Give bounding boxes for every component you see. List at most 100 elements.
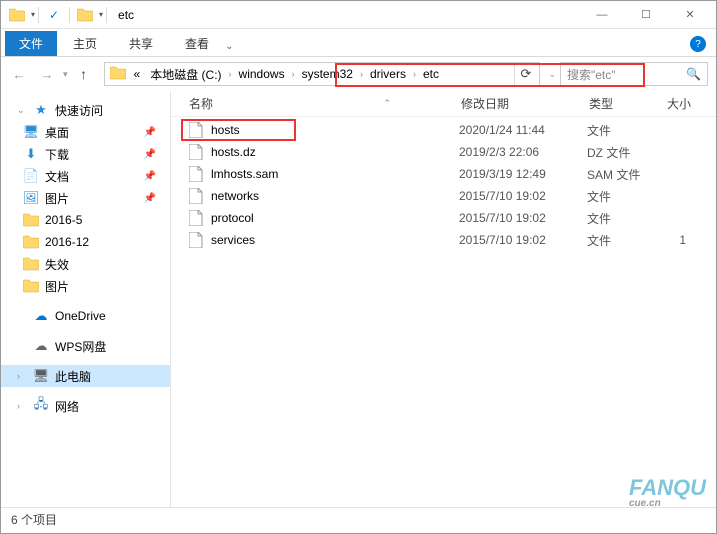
desktop-icon: 🖥: [23, 124, 39, 140]
breadcrumb-root[interactable]: 本地磁盘 (C:): [145, 63, 226, 85]
tab-share[interactable]: 共享: [113, 31, 169, 56]
sort-asc-icon: ⌃: [383, 98, 391, 109]
sidebar-item-label: 网络: [55, 398, 79, 415]
file-row[interactable]: hosts.dz2019/2/3 22:06DZ 文件: [171, 141, 716, 163]
computer-icon: 🖥: [33, 368, 49, 384]
main-area: ⌄★快速访问 🖥桌面📌 ⬇下载📌 📄文档📌 🖼图片📌 2016-5 2016-1…: [1, 91, 716, 507]
file-row[interactable]: protocol2015/7/10 19:02文件: [171, 207, 716, 229]
pictures-icon: 🖼: [23, 190, 39, 206]
maximize-button[interactable]: ☐: [624, 1, 668, 29]
sidebar-item-label: 桌面: [45, 124, 69, 141]
status-bar: 6 个项目: [1, 507, 716, 531]
sidebar-item-folder-2016-5[interactable]: 2016-5: [1, 209, 170, 231]
folder-icon: [23, 256, 39, 272]
file-icon: [189, 210, 205, 226]
sidebar-item-quickaccess[interactable]: ⌄★快速访问: [1, 99, 170, 121]
chevron-down-icon[interactable]: ⌄: [17, 105, 27, 116]
sidebar-item-label: 文档: [45, 168, 69, 185]
tab-home[interactable]: 主页: [57, 31, 113, 56]
column-size[interactable]: 大小: [667, 95, 716, 112]
file-row[interactable]: networks2015/7/10 19:02文件: [171, 185, 716, 207]
up-button[interactable]: ↑: [72, 62, 96, 86]
file-row[interactable]: hosts2020/1/24 11:44文件: [171, 119, 716, 141]
checkmark-icon[interactable]: ✓: [44, 5, 64, 25]
chevron-right-icon[interactable]: ›: [17, 401, 27, 411]
file-date: 2020/1/24 11:44: [459, 123, 587, 137]
qat2-dropdown-icon[interactable]: ▾: [99, 10, 103, 19]
file-icon: [189, 166, 205, 182]
minimize-button[interactable]: —: [580, 1, 624, 29]
cloud-icon: ☁: [33, 338, 49, 354]
sidebar-item-folder-2016-12[interactable]: 2016-12: [1, 231, 170, 253]
column-label: 名称: [189, 95, 213, 112]
file-row[interactable]: lmhosts.sam2019/3/19 12:49SAM 文件: [171, 163, 716, 185]
chevron-right-icon[interactable]: ›: [411, 69, 418, 79]
column-type[interactable]: 类型: [589, 95, 667, 112]
file-name: hosts.dz: [211, 145, 459, 159]
sidebar-item-label: 下载: [45, 146, 69, 163]
divider: [106, 7, 107, 23]
network-icon: 🖧: [33, 398, 49, 414]
chevron-right-icon[interactable]: ›: [290, 69, 297, 79]
chevron-right-icon[interactable]: ›: [17, 371, 27, 381]
breadcrumb-drivers[interactable]: drivers: [365, 63, 411, 85]
refresh-dropdown[interactable]: ⟳: [514, 63, 538, 85]
file-icon: [189, 122, 205, 138]
sidebar-item-wps[interactable]: ☁WPS网盘: [1, 335, 170, 357]
folder-icon: [23, 212, 39, 228]
breadcrumb-system32[interactable]: system32: [297, 63, 358, 85]
star-icon: ★: [33, 102, 49, 118]
address-dropdown-icon[interactable]: ⌄: [548, 69, 556, 80]
breadcrumb-prefix[interactable]: «: [129, 63, 146, 85]
divider: [38, 7, 39, 23]
history-dropdown-icon[interactable]: ▾: [63, 69, 68, 80]
sidebar-item-label: 2016-5: [45, 213, 82, 227]
expand-ribbon-icon[interactable]: ⌄: [225, 41, 233, 52]
file-date: 2015/7/10 19:02: [459, 189, 587, 203]
sidebar-item-network[interactable]: › 🖧 网络: [1, 395, 170, 417]
file-type: DZ 文件: [587, 144, 665, 161]
address-bar[interactable]: « 本地磁盘 (C:) › windows › system32 › drive…: [104, 62, 541, 86]
folder-icon: [110, 66, 126, 83]
qat-dropdown-icon[interactable]: ▾: [31, 10, 35, 19]
file-icon: [189, 144, 205, 160]
file-list-pane: 名称 ⌃ 修改日期 类型 大小 hosts2020/1/24 11:44文件 ho…: [171, 91, 716, 507]
chevron-right-icon[interactable]: ›: [358, 69, 365, 79]
forward-button[interactable]: →: [35, 62, 59, 86]
help-icon[interactable]: ?: [690, 36, 706, 52]
pin-icon: 📌: [144, 171, 156, 182]
close-button[interactable]: ✕: [668, 1, 712, 29]
tab-view[interactable]: 查看: [169, 31, 225, 56]
file-date: 2019/2/3 22:06: [459, 145, 587, 159]
folder-icon: [23, 234, 39, 250]
file-icon: [189, 188, 205, 204]
sidebar-item-thispc[interactable]: ›🖥此电脑: [1, 365, 170, 387]
breadcrumb-windows[interactable]: windows: [234, 63, 290, 85]
file-type: SAM 文件: [587, 166, 665, 183]
sidebar-item-downloads[interactable]: ⬇下载📌: [1, 143, 170, 165]
item-count: 6 个项目: [11, 511, 57, 528]
search-icon: 🔍: [686, 67, 701, 81]
divider: [69, 7, 70, 23]
file-name: lmhosts.sam: [211, 167, 459, 181]
sidebar-item-onedrive[interactable]: ☁OneDrive: [1, 305, 170, 327]
column-date[interactable]: 修改日期: [461, 95, 589, 112]
navigation-bar: ← → ▾ ↑ « 本地磁盘 (C:) › windows › system32…: [1, 57, 716, 91]
sidebar-item-pictures[interactable]: 🖼图片📌: [1, 187, 170, 209]
back-button[interactable]: ←: [7, 62, 31, 86]
file-tab[interactable]: 文件: [5, 31, 57, 56]
sidebar-item-folder-pictures[interactable]: 图片: [1, 275, 170, 297]
file-name: networks: [211, 189, 459, 203]
file-row[interactable]: services2015/7/10 19:02文件1: [171, 229, 716, 251]
search-input[interactable]: 搜索"etc" 🔍: [560, 62, 708, 86]
sidebar-item-folder-invalid[interactable]: 失效: [1, 253, 170, 275]
breadcrumb-etc[interactable]: etc: [418, 63, 444, 85]
sidebar-item-label: 2016-12: [45, 235, 89, 249]
column-name[interactable]: 名称 ⌃: [171, 95, 461, 112]
sidebar-item-documents[interactable]: 📄文档📌: [1, 165, 170, 187]
pin-icon: 📌: [144, 149, 156, 160]
title-bar: ▾ ✓ ▾ etc — ☐ ✕: [1, 1, 716, 29]
chevron-right-icon[interactable]: ›: [227, 69, 234, 79]
sidebar-item-desktop[interactable]: 🖥桌面📌: [1, 121, 170, 143]
sidebar-item-label: 图片: [45, 190, 69, 207]
